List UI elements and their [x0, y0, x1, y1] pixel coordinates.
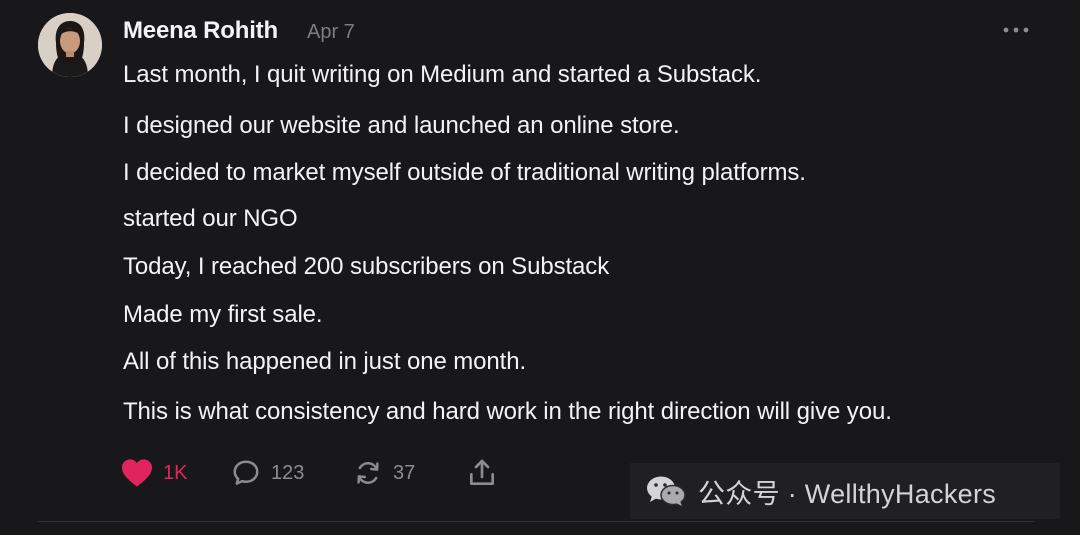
post-line: All of this happened in just one month. — [123, 348, 527, 375]
post-line: I designed our website and launched an o… — [123, 112, 680, 139]
more-icon — [1003, 27, 1029, 33]
avatar[interactable] — [38, 13, 102, 77]
share-icon — [470, 459, 494, 485]
thread-post: Meena Rohith Apr 7 Last month, I quit wr… — [0, 0, 1080, 535]
reply-count: 123 — [271, 461, 305, 484]
reply-icon — [233, 460, 259, 485]
post-line: I decided to market myself outside of tr… — [123, 159, 806, 186]
like-count: 1K — [163, 461, 188, 484]
repost-button[interactable]: 37 — [352, 455, 415, 491]
reply-button[interactable]: 123 — [230, 455, 304, 491]
like-button[interactable]: 1K — [120, 455, 187, 491]
more-options-button[interactable] — [998, 16, 1034, 44]
post-line: Today, I reached 200 subscribers on Subs… — [123, 253, 610, 280]
watermark: 公众号 · WellthyHackers — [630, 463, 1060, 519]
heart-icon — [122, 459, 152, 487]
post-line: Last month, I quit writing on Medium and… — [123, 61, 762, 88]
divider — [38, 521, 1034, 522]
wechat-icon — [647, 476, 686, 506]
repost-count: 37 — [393, 461, 416, 484]
post-line: Made my first sale. — [123, 301, 323, 328]
author-name[interactable]: Meena Rohith — [123, 17, 278, 45]
watermark-text: 公众号 · WellthyHackers — [698, 478, 997, 509]
post-line: started our NGO — [123, 205, 298, 232]
post-line: This is what consistency and hard work i… — [123, 398, 892, 425]
share-button[interactable] — [466, 455, 498, 491]
repost-icon — [357, 462, 379, 484]
post-date[interactable]: Apr 7 — [307, 21, 355, 44]
